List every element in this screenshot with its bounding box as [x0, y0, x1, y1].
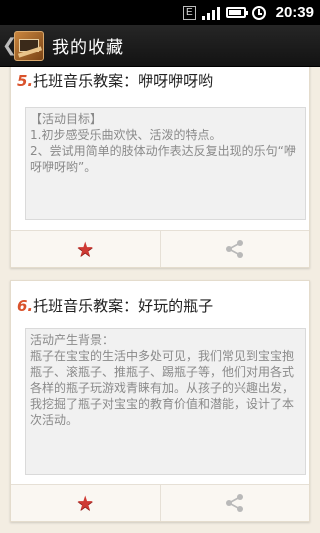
share-button[interactable]	[159, 485, 310, 521]
network-type-indicator: E	[182, 5, 196, 20]
share-icon	[225, 494, 243, 512]
card-actions: ★	[11, 484, 309, 521]
card-actions: ★	[11, 230, 309, 267]
description-line: 活动产生背景：	[30, 333, 115, 347]
status-bar: E 20:39	[0, 0, 320, 25]
lesson-number: 6.	[17, 297, 34, 315]
favorites-list[interactable]: 5.托班音乐教案：咿呀咿呀哟 【活动目标】 1.初步感受乐曲欢快、活泼的特点。 …	[0, 67, 320, 533]
status-time: 20:39	[275, 4, 314, 21]
description-line: 瓶子在宝宝的生活中多处可见，我们常见到宝宝抱瓶子、滚瓶子、推瓶子、踢瓶子等，他们…	[30, 349, 295, 427]
lesson-card[interactable]: 5.托班音乐教案：咿呀咿呀哟 【活动目标】 1.初步感受乐曲欢快、活泼的特点。 …	[10, 67, 310, 268]
back-button[interactable]: ❮	[0, 25, 44, 66]
signal-icon	[201, 6, 220, 20]
lesson-title-text: 托班音乐教案：咿呀咿呀哟	[33, 72, 214, 90]
page-title: 我的收藏	[52, 38, 124, 58]
alarm-icon	[251, 5, 266, 20]
star-icon: ★	[76, 491, 95, 515]
description-line: 2、尝试用简单的肢体动作表达反复出现的乐句“咿呀咿呀哟”。	[30, 144, 296, 174]
lesson-description: 【活动目标】 1.初步感受乐曲欢快、活泼的特点。 2、尝试用简单的肢体动作表达反…	[25, 107, 306, 220]
star-icon: ★	[76, 237, 95, 261]
lesson-title[interactable]: 5.托班音乐教案：咿呀咿呀哟	[17, 70, 213, 91]
lesson-title[interactable]: 6.托班音乐教案：好玩的瓶子	[17, 295, 213, 316]
lesson-card[interactable]: 6.托班音乐教案：好玩的瓶子 活动产生背景： 瓶子在宝宝的生活中多处可见，我们常…	[10, 280, 310, 522]
share-icon	[225, 240, 243, 258]
description-line: 【活动目标】	[30, 112, 103, 126]
lesson-number: 5.	[17, 72, 34, 90]
lesson-description: 活动产生背景： 瓶子在宝宝的生活中多处可见，我们常见到宝宝抱瓶子、滚瓶子、推瓶子…	[25, 328, 306, 475]
share-button[interactable]	[159, 231, 310, 267]
lesson-title-text: 托班音乐教案：好玩的瓶子	[33, 297, 214, 315]
favorite-button[interactable]: ★	[11, 231, 160, 267]
blackboard-app-icon	[14, 30, 44, 61]
chevron-left-icon: ❮	[2, 35, 18, 56]
title-bar: ❮ 我的收藏	[0, 25, 320, 67]
description-line: 1.初步感受乐曲欢快、活泼的特点。	[30, 128, 222, 142]
favorite-button[interactable]: ★	[11, 485, 160, 521]
battery-level	[228, 10, 241, 15]
battery-icon	[225, 7, 248, 18]
